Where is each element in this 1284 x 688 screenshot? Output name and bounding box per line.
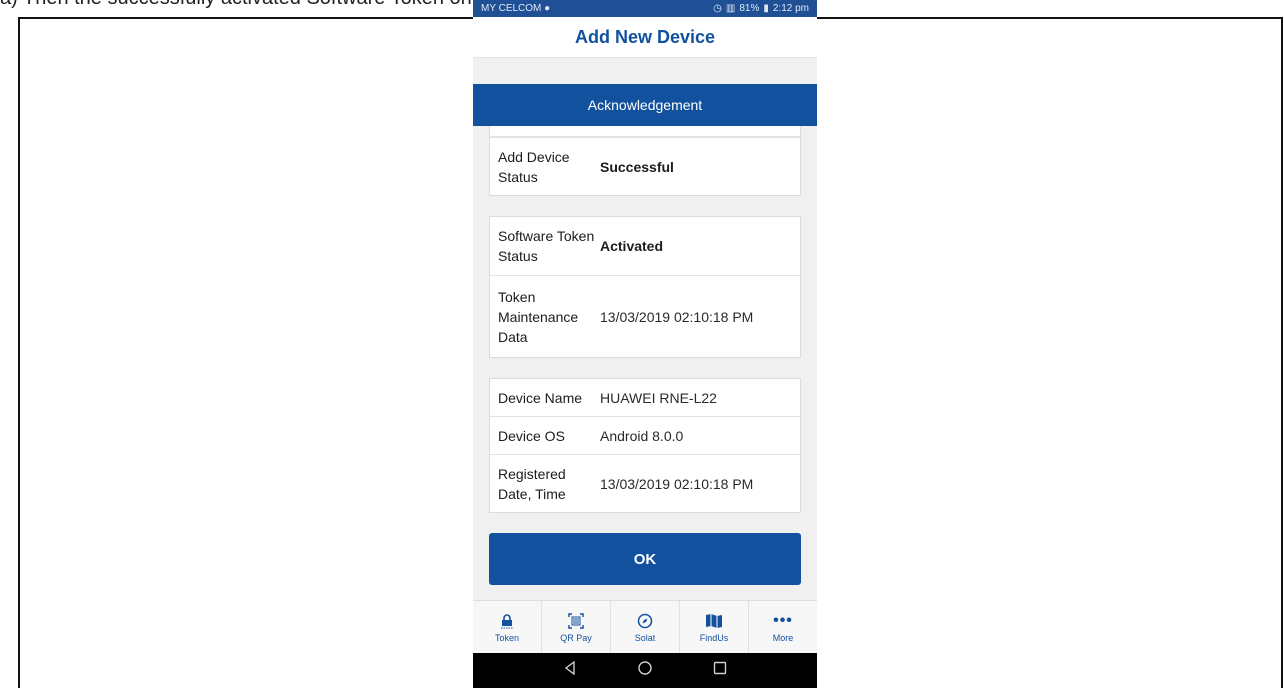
home-icon[interactable] — [638, 661, 652, 680]
battery-icon: ▮ — [763, 3, 769, 14]
phone-screen: MY CELCOM ● ◷ ▥ 81% ▮ 2:12 pm Add New De… — [473, 0, 817, 688]
tab-label: Token — [494, 633, 520, 643]
android-nav-bar — [473, 653, 817, 688]
tab-findus[interactable]: FindUs — [679, 601, 748, 654]
tab-label: FindUs — [699, 633, 729, 643]
token-maintenance-row: Token Maintenance Data 13/03/2019 02:10:… — [490, 275, 800, 357]
registered-date-row: Registered Date, Time 13/03/2019 02:10:1… — [490, 454, 800, 512]
row-value: Successful — [600, 158, 674, 175]
row-value: HUAWEI RNE-L22 — [600, 389, 717, 406]
tab-label: More — [772, 633, 794, 643]
tab-token[interactable]: Token — [473, 601, 541, 654]
status-row: Add Device Status Successful — [490, 137, 800, 195]
row-value: Activated — [600, 238, 664, 254]
carrier-label: MY CELCOM ● — [481, 3, 551, 14]
section-title: Acknowledgement — [587, 97, 703, 113]
row-label: Software Token Status — [498, 228, 595, 264]
row-value: Android 8.0.0 — [600, 427, 684, 444]
tab-label: QR Pay — [560, 633, 592, 643]
app-bar: Add New Device — [473, 17, 817, 58]
row-label: Device OS — [498, 427, 565, 444]
more-icon: ••• — [773, 612, 793, 629]
bottom-tab-bar: Token QR Pay Solat FindUs ••• More — [473, 600, 817, 654]
token-status-row: Software Token Status Activated — [490, 217, 800, 275]
compass-icon — [637, 612, 653, 630]
scrolled-card-edge — [490, 126, 800, 137]
alarm-icon: ◷ — [713, 3, 722, 14]
tab-solat[interactable]: Solat — [610, 601, 679, 654]
tab-more[interactable]: ••• More — [748, 601, 817, 654]
row-label: Add Device Status — [498, 148, 570, 185]
row-label: Registered Date, Time — [498, 465, 566, 502]
map-icon — [705, 612, 723, 630]
ok-button[interactable]: OK — [489, 533, 801, 585]
status-bar: MY CELCOM ● ◷ ▥ 81% ▮ 2:12 pm — [473, 0, 817, 17]
content-area[interactable]: Add Device Status Successful Software To… — [473, 126, 817, 585]
tab-label: Solat — [634, 633, 656, 643]
clock-text: 2:12 pm — [772, 3, 809, 14]
battery-percent: 81% — [739, 3, 760, 14]
back-icon[interactable] — [563, 660, 577, 680]
lock-icon — [500, 612, 514, 630]
device-card: Device Name HUAWEI RNE-L22 Device OS And… — [489, 378, 801, 513]
recents-icon[interactable] — [713, 661, 727, 680]
tab-qr-pay[interactable]: QR Pay — [541, 601, 610, 654]
token-card: Software Token Status Activated Token Ma… — [489, 216, 801, 358]
device-os-row: Device OS Android 8.0.0 — [490, 416, 800, 454]
row-value: 13/03/2019 02:10:18 PM — [600, 475, 754, 492]
qr-icon — [568, 612, 584, 630]
row-value: 13/03/2019 02:10:18 PM — [600, 308, 754, 325]
section-header: Acknowledgement — [473, 84, 817, 126]
status-card: Add Device Status Successful — [489, 126, 801, 196]
signal-icon: ▥ — [725, 3, 736, 14]
row-label: Device Name — [498, 389, 583, 406]
page-title: Add New Device — [574, 26, 716, 47]
device-name-row: Device Name HUAWEI RNE-L22 — [490, 379, 800, 416]
chat-icon: ● — [544, 3, 551, 14]
ok-button-label: OK — [633, 550, 657, 568]
row-label: Token Maintenance Data — [498, 288, 579, 345]
